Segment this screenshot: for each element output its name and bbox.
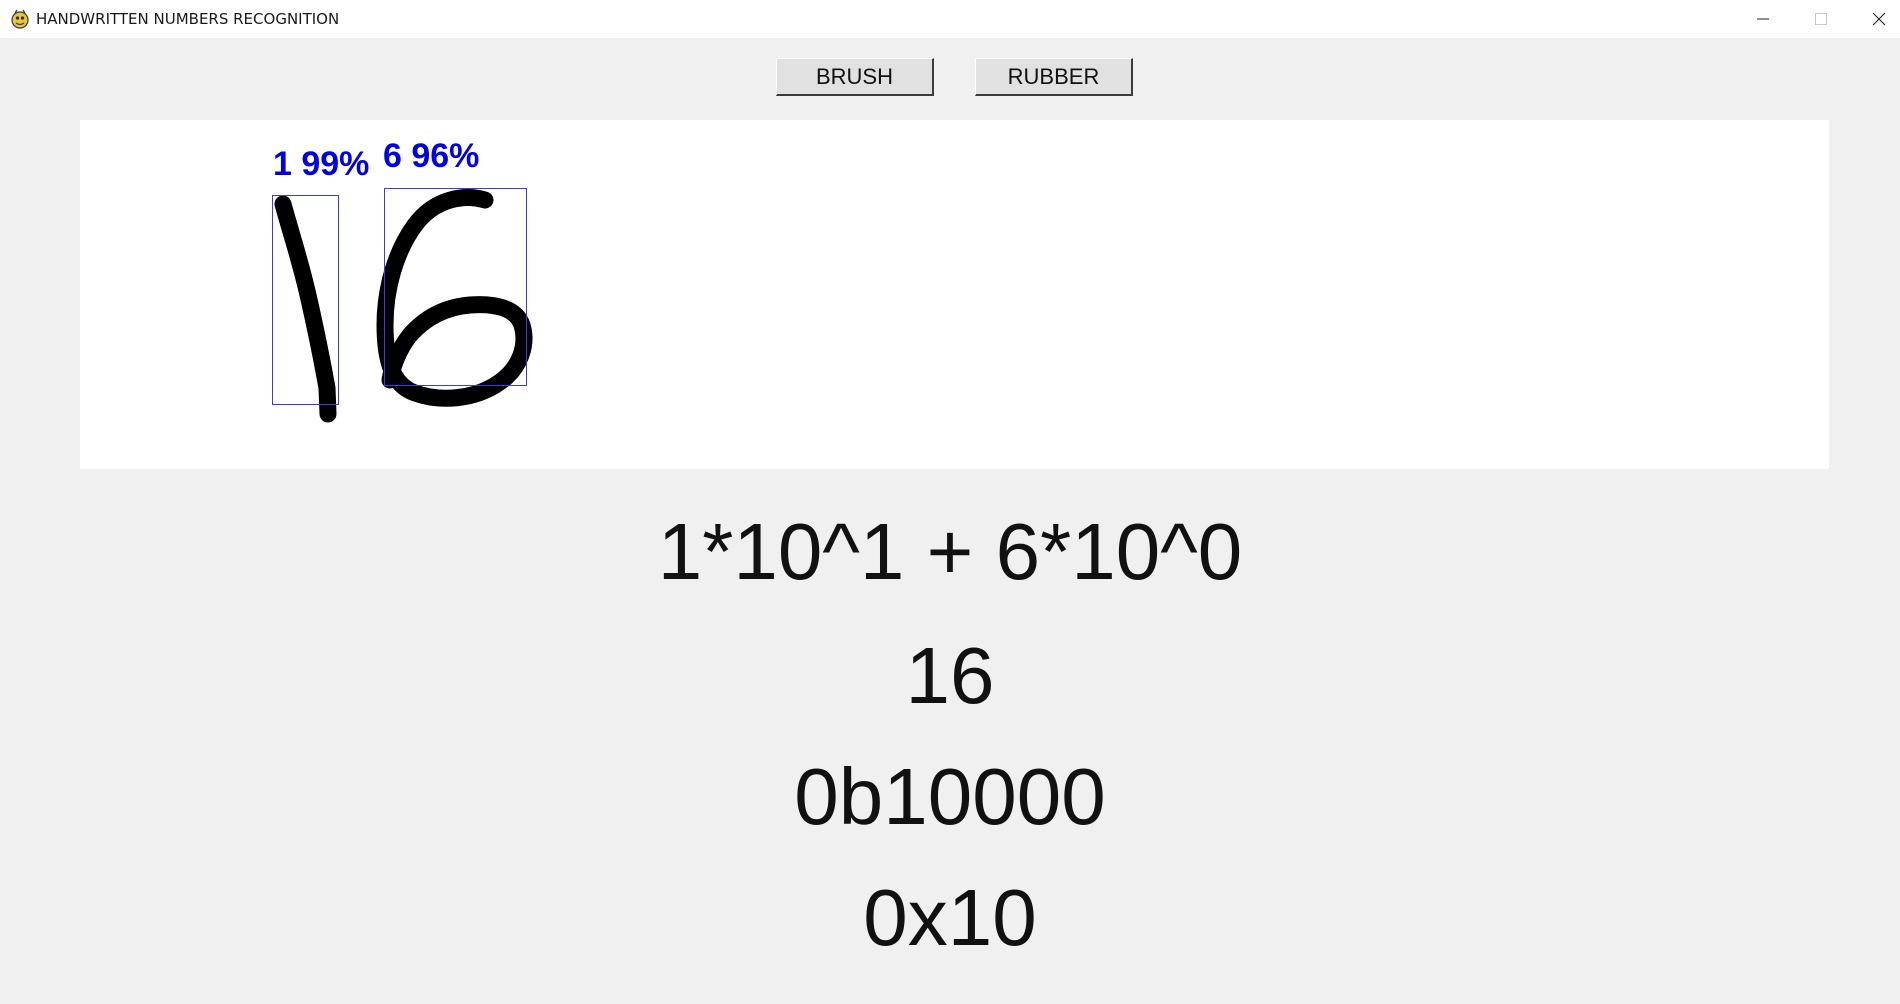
binary-value-text: 0b10000 xyxy=(794,752,1106,841)
positional-expansion-text: 1*10^1 + 6*10^0 xyxy=(657,507,1243,596)
digit-1-bounding-box xyxy=(272,195,339,405)
close-button[interactable] xyxy=(1850,0,1900,38)
pygame-snake-icon xyxy=(10,9,30,29)
digit-6-bounding-box xyxy=(384,188,527,386)
minimize-button[interactable] xyxy=(1734,0,1792,38)
maximize-icon xyxy=(1815,13,1827,25)
close-icon xyxy=(1872,12,1886,26)
title-bar[interactable]: HANDWRITTEN NUMBERS RECOGNITION xyxy=(0,0,1900,38)
minimize-icon xyxy=(1757,18,1769,20)
prediction-label-digit-6: 6 96% xyxy=(383,137,480,175)
brush-button[interactable]: BRUSH xyxy=(776,58,934,96)
rubber-button[interactable]: RUBBER xyxy=(975,58,1133,96)
hex-value-text: 0x10 xyxy=(863,873,1037,962)
decimal-value-text: 16 xyxy=(905,631,995,720)
maximize-button[interactable] xyxy=(1792,0,1850,38)
drawing-canvas[interactable]: 1 99% 6 96% xyxy=(80,120,1829,469)
window-title: HANDWRITTEN NUMBERS RECOGNITION xyxy=(36,10,340,28)
app-client-area: BRUSH RUBBER 1 99% 6 96% 1*10^1 + 6*10^0… xyxy=(0,38,1900,1004)
prediction-label-digit-1: 1 99% xyxy=(273,145,370,183)
